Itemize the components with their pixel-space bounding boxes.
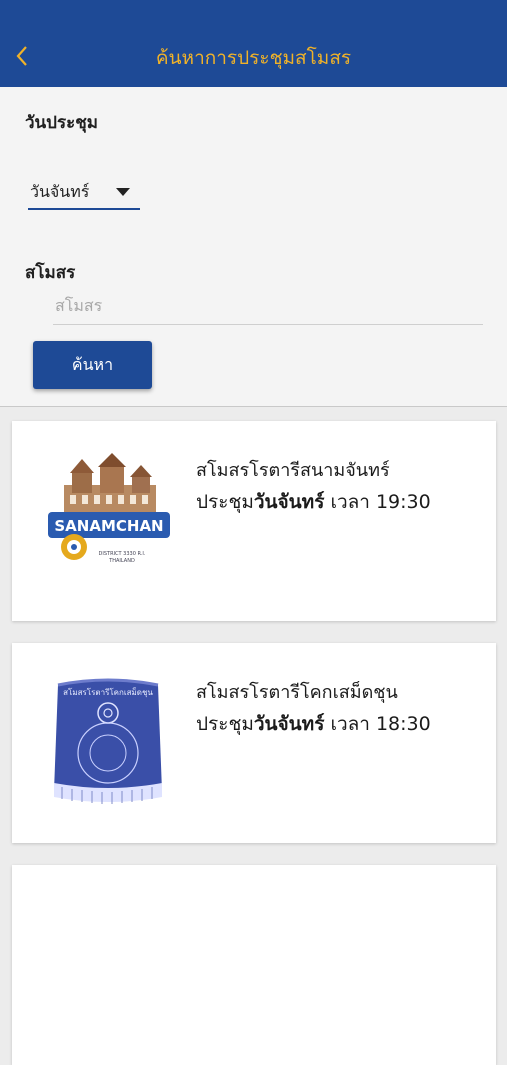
meeting-time-prefix: ประชุม bbox=[196, 713, 254, 735]
club-search-input[interactable] bbox=[53, 287, 483, 325]
svg-text:DISTRICT 3330 R.I.: DISTRICT 3330 R.I. bbox=[99, 551, 146, 557]
search-form: วันประชุม วันจันทร์ สโมสร ค้นหา bbox=[0, 87, 507, 407]
club-logo-sanamchan: SANAMCHAN DISTRICT 3330 R.I. THAILAND bbox=[42, 449, 174, 589]
club-card[interactable]: SANAMCHAN DISTRICT 3330 R.I. THAILAND สโ… bbox=[12, 421, 496, 621]
club-card[interactable] bbox=[12, 865, 496, 1065]
meeting-day-value: วันจันทร์ bbox=[30, 182, 90, 201]
club-card[interactable]: สโมสรโรตารีโคกเสม็ดชุน สโมสรโรตารีโคกเสม… bbox=[12, 643, 496, 843]
meeting-day: วันจันทร์ bbox=[253, 491, 325, 513]
meeting-day: วันจันทร์ bbox=[253, 713, 325, 735]
search-button[interactable]: ค้นหา bbox=[33, 341, 152, 389]
meeting-time-suffix: เวลา 18:30 bbox=[324, 713, 431, 735]
meeting-time: ประชุมวันจันทร์ เวลา 19:30 bbox=[196, 487, 431, 517]
club-name: สโมสรโรตารีโคกเสม็ดชุน bbox=[196, 682, 398, 703]
meeting-time: ประชุมวันจันทร์ เวลา 18:30 bbox=[196, 709, 431, 739]
club-logo-kokesamedchun: สโมสรโรตารีโคกเสม็ดชุน bbox=[42, 671, 174, 811]
svg-text:SANAMCHAN: SANAMCHAN bbox=[54, 517, 163, 535]
meeting-time-suffix: เวลา 19:30 bbox=[324, 491, 431, 513]
meeting-day-dropdown[interactable]: วันจันทร์ bbox=[28, 175, 140, 210]
meeting-day-label: วันประชุม bbox=[25, 113, 98, 133]
club-label: สโมสร bbox=[25, 263, 76, 283]
page-title: ค้นหาการประชุมสโมสร bbox=[155, 47, 352, 69]
app-bar: ค้นหาการประชุมสโมสร bbox=[0, 0, 507, 87]
svg-text:สโมสรโรตารีโคกเสม็ดชุน: สโมสรโรตารีโคกเสม็ดชุน bbox=[63, 687, 153, 697]
meeting-time-prefix: ประชุม bbox=[196, 491, 254, 513]
caret-down-icon bbox=[116, 188, 130, 196]
club-name: สโมสรโรตารีสนามจันทร์ bbox=[196, 460, 390, 481]
svg-text:THAILAND: THAILAND bbox=[108, 558, 135, 564]
